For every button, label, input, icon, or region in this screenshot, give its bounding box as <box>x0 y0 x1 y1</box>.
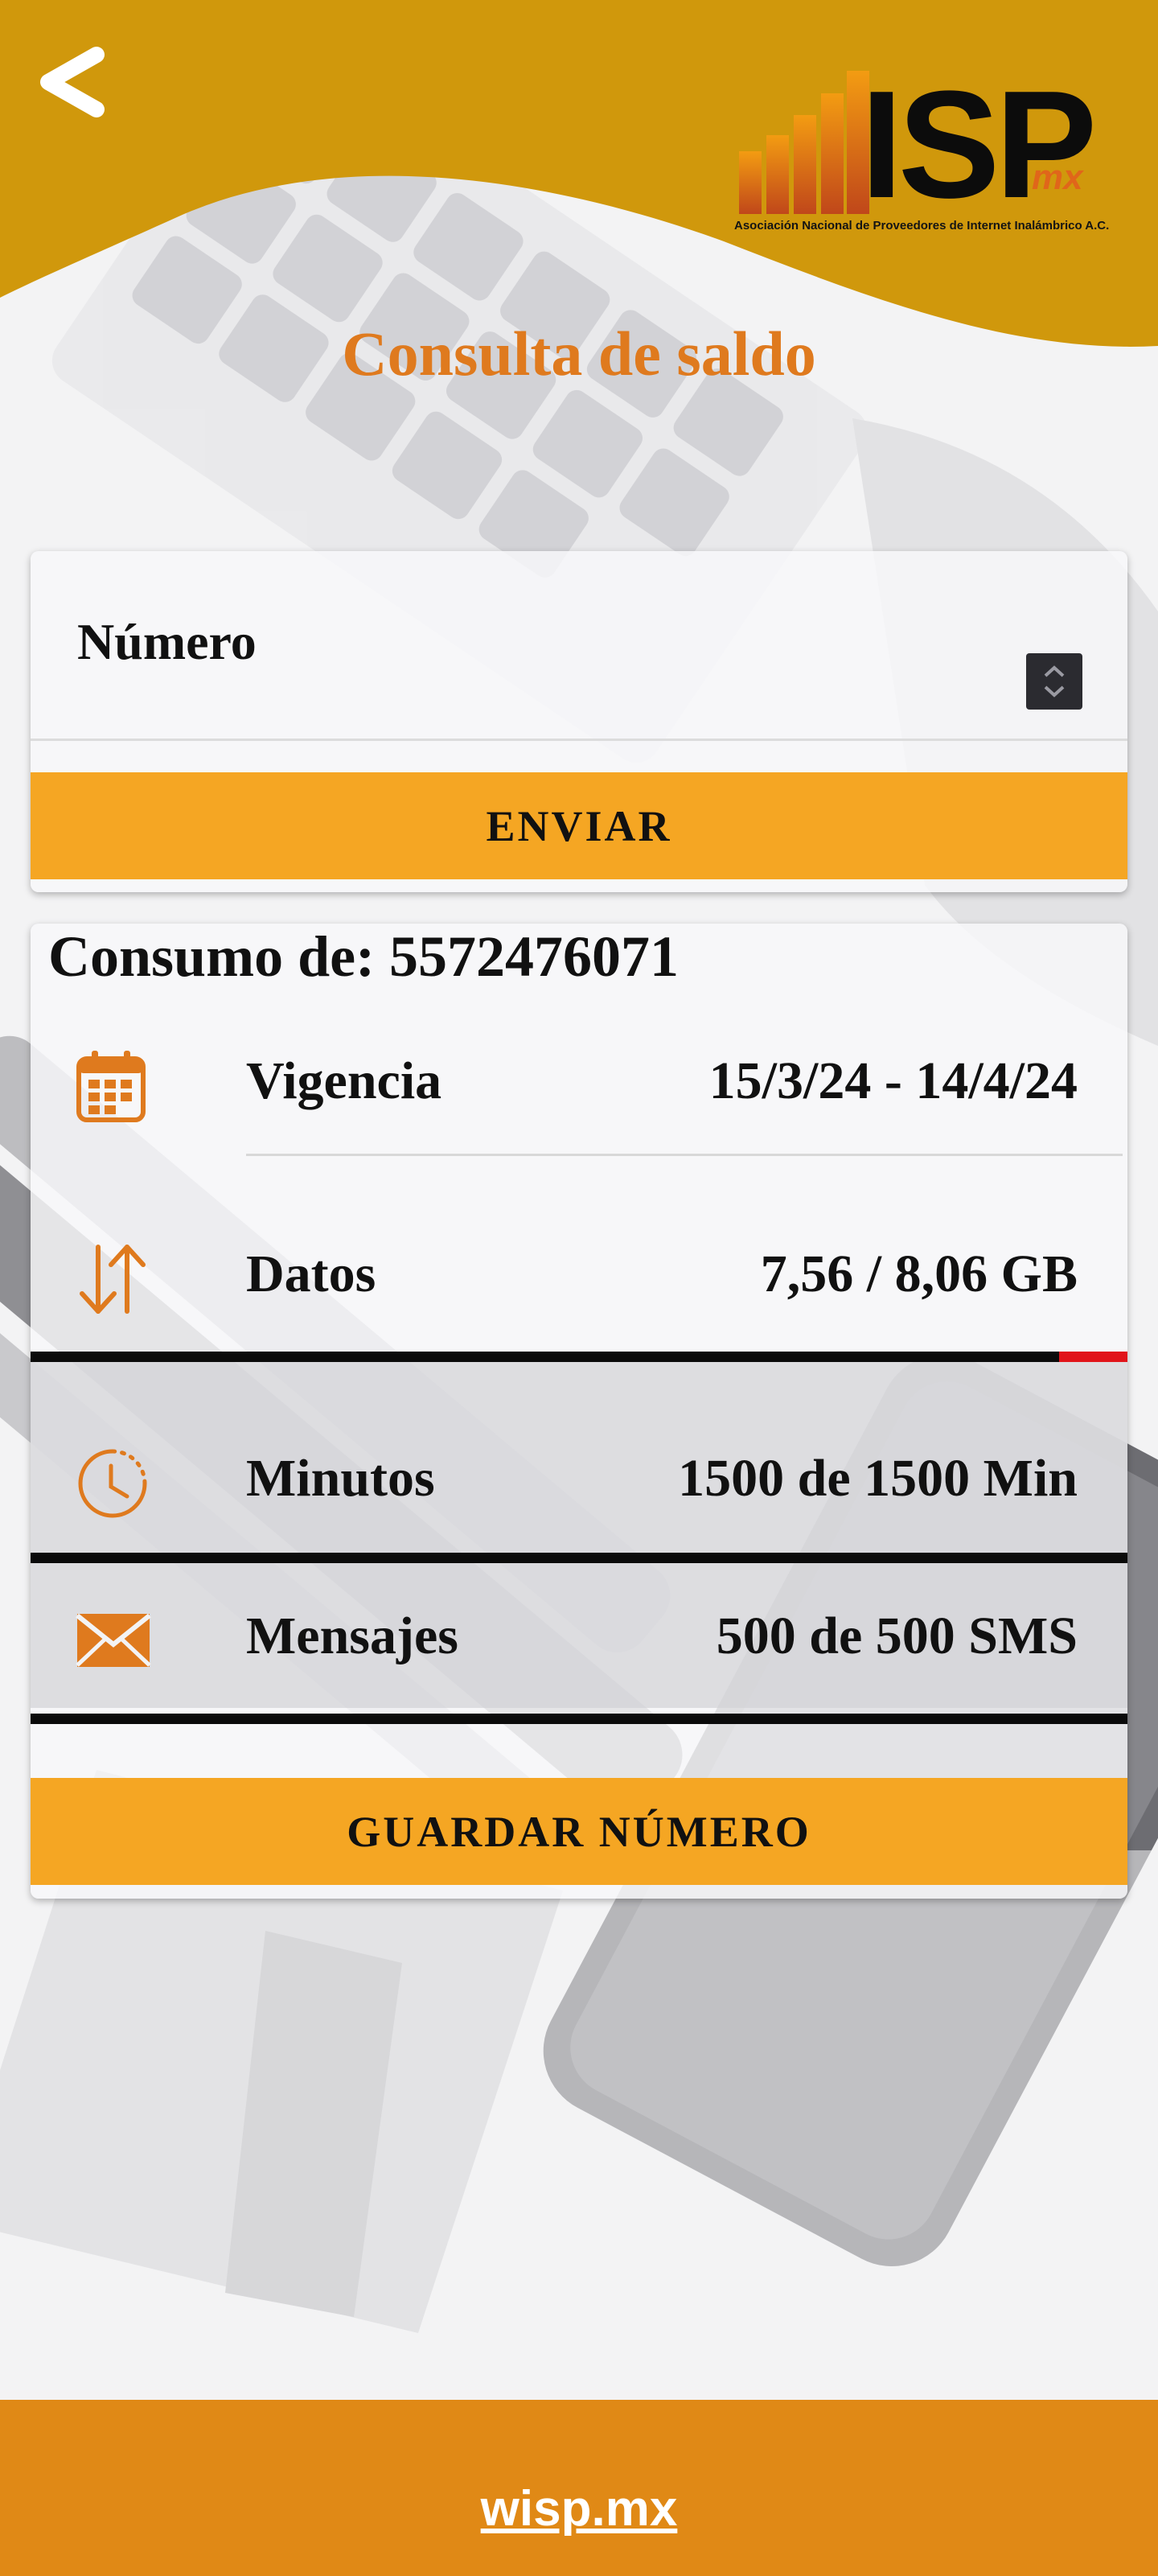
minutos-usage-bar <box>31 1553 1127 1563</box>
vigencia-value: 15/3/24 - 14/4/24 <box>708 1051 1078 1110</box>
datos-remaining-fill <box>1059 1352 1127 1362</box>
mensajes-label: Mensajes <box>246 1607 458 1665</box>
logo-suffix: mx <box>1032 158 1083 197</box>
footer: wisp.mx <box>0 2400 1158 2576</box>
datos-value: 7,56 / 8,06 GB <box>760 1245 1078 1303</box>
logo-tagline: Asociación Nacional de Proveedores de In… <box>734 219 1110 232</box>
save-number-button[interactable]: GUARDAR NÚMERO <box>31 1778 1127 1885</box>
up-down-arrows-icon <box>80 1245 146 1314</box>
spinner-arrows-icon <box>1044 665 1065 697</box>
page-title: Consulta de saldo <box>342 319 816 389</box>
logo-brand: ISP <box>860 60 1097 230</box>
chevron-left-icon <box>40 47 105 117</box>
vigencia-label: Vigencia <box>246 1051 442 1110</box>
website-link[interactable]: wisp.mx <box>0 2480 1158 2537</box>
logo: ISP mx Asociación Nacional de Proveedore… <box>728 60 1109 249</box>
usage-title: Consumo de: 5572476071 <box>48 924 680 989</box>
clock-icon <box>78 1449 147 1518</box>
usage-card: Consumo de: 5572476071 Vigencia 15/3/24 … <box>31 924 1127 1899</box>
calendar-icon <box>76 1051 146 1122</box>
number-form-card: Número ENVIAR <box>31 551 1127 892</box>
number-label: Número <box>77 613 257 670</box>
row-divider <box>246 1154 1123 1156</box>
datos-usage-bar <box>31 1352 1127 1362</box>
mensajes-usage-bar <box>31 1714 1127 1724</box>
minutos-value: 1500 de 1500 Min <box>678 1449 1078 1508</box>
envelope-icon <box>76 1613 151 1667</box>
minutos-label: Minutos <box>246 1449 435 1508</box>
logo-bars-icon <box>739 71 869 214</box>
send-button[interactable]: ENVIAR <box>31 772 1127 879</box>
mensajes-value: 500 de 500 SMS <box>716 1607 1078 1665</box>
number-spinner[interactable] <box>1026 653 1082 710</box>
number-input[interactable]: Número <box>31 551 1127 741</box>
datos-label: Datos <box>246 1245 376 1303</box>
back-button[interactable] <box>32 40 121 129</box>
